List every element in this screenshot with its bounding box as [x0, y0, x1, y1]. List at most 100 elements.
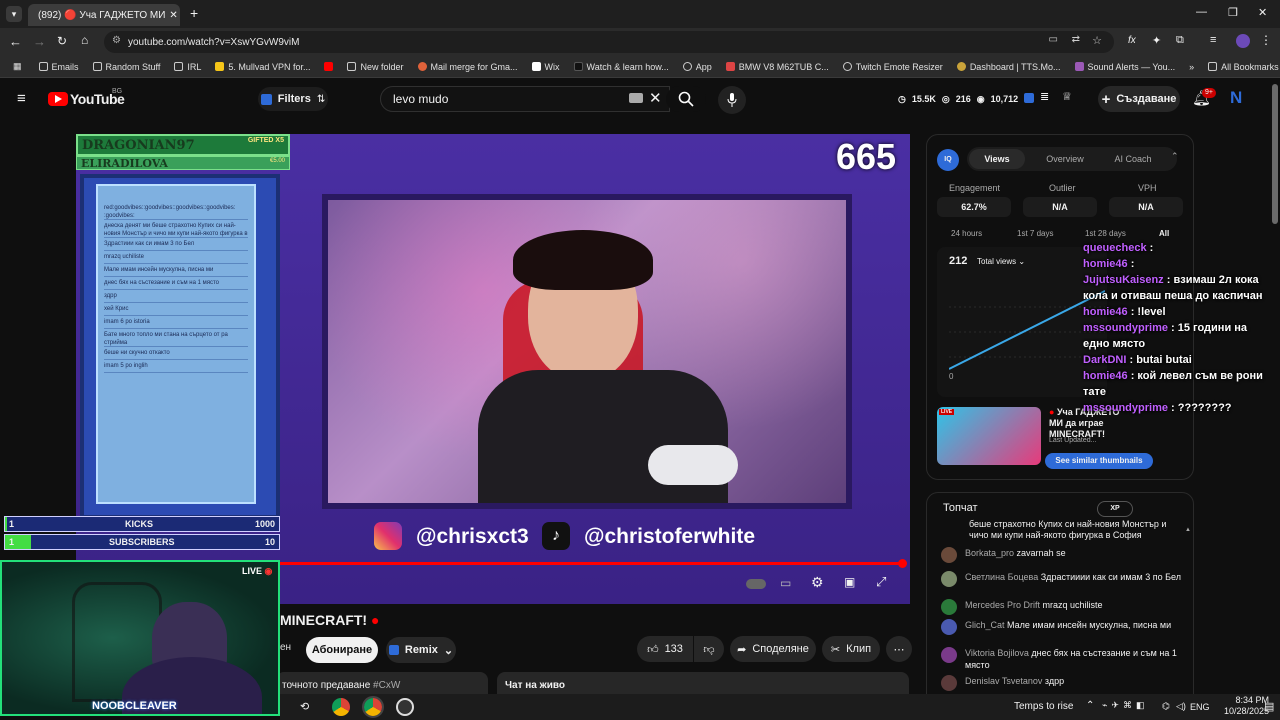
chat-author[interactable]: Denislav Tsvetanov [965, 676, 1042, 686]
youtube-logo-icon[interactable] [48, 92, 68, 106]
related-thumbnail[interactable]: LIVE [937, 407, 1041, 465]
like-button[interactable]: 👍︎ 133 [637, 636, 693, 662]
chat-avatar[interactable] [941, 647, 957, 663]
extensions-puzzle-icon[interactable]: ⧉ [1176, 34, 1184, 47]
chrome-icon[interactable] [332, 698, 350, 716]
bookmark-item[interactable] [317, 62, 340, 71]
apps-grid-icon[interactable]: ▦ [6, 61, 32, 72]
bookmark-item[interactable]: Dashboard | TTS.Mo... [950, 62, 1068, 72]
chat-avatar[interactable] [941, 619, 957, 635]
chat-author[interactable]: Mercedes Pro Drift [965, 600, 1040, 610]
active-tab[interactable]: (892) 🔴 Уча ГАДЖЕТО МИ ✕ [28, 4, 180, 26]
chat-author[interactable]: Borkata_pro [965, 548, 1014, 558]
clock[interactable]: 8:34 PM 10/28/2025 [1224, 695, 1269, 717]
extension-fx-icon[interactable]: fx [1128, 35, 1136, 46]
search-input[interactable]: levo mudo ✕ [380, 86, 670, 112]
chat-xp-button[interactable]: XP [1097, 501, 1133, 517]
bookmark-item[interactable]: Emails [32, 62, 86, 72]
share-button[interactable]: ➦ Споделяне [730, 636, 816, 662]
range-7d[interactable]: 1st 7 days [1017, 229, 1053, 238]
chat-avatar[interactable] [941, 571, 957, 587]
autoplay-toggle[interactable] [746, 579, 766, 589]
create-button[interactable]: + Създаване [1098, 86, 1180, 112]
live-chat-toggle[interactable]: Чат на живо [497, 672, 909, 696]
bookmark-item[interactable]: Random Stuff [86, 62, 168, 72]
vidiq-filters-button[interactable]: Filters ⇅ [258, 87, 328, 111]
remix-button[interactable]: Remix ⌄ [386, 637, 456, 663]
clear-search-icon[interactable]: ✕ [649, 89, 662, 107]
all-bookmarks[interactable]: All Bookmarks [1201, 62, 1280, 72]
chat-author[interactable]: Glich_Cat [965, 620, 1005, 630]
tab-views[interactable]: Views [969, 149, 1025, 169]
subtitles-icon[interactable]: ▭ [780, 576, 791, 590]
install-icon[interactable]: ▭ [1049, 34, 1058, 45]
translate-icon[interactable]: ⇄ [1072, 34, 1080, 45]
range-24h[interactable]: 24 hours [951, 229, 982, 238]
tray-icons[interactable]: ⌁✈⌘◧ [1102, 700, 1148, 711]
search-button[interactable] [666, 86, 706, 112]
bookmark-item[interactable]: 5. Mullvad VPN for... [208, 62, 317, 72]
restore-button[interactable]: ❐ [1228, 6, 1238, 19]
hamburger-menu-icon[interactable]: ≡ [17, 91, 31, 106]
page-scrollbar[interactable] [1272, 84, 1278, 224]
bookmark-item[interactable]: Twitch Emote Resizer [836, 62, 950, 72]
address-bar[interactable]: ⚙ youtube.com/watch?v=XswYGvW9viM ☆ ⇄ ▭ [104, 31, 1114, 53]
clip-button[interactable]: ✂ Клип [822, 636, 880, 662]
range-all[interactable]: All [1159, 229, 1169, 238]
back-icon[interactable]: ← [9, 34, 22, 49]
scroll-up-icon[interactable]: ▲ [1185, 527, 1191, 533]
profile-avatar[interactable] [1236, 34, 1250, 48]
bookmark-item[interactable]: Wix [525, 62, 567, 72]
range-28d[interactable]: 1st 28 days [1085, 229, 1126, 238]
tab-ai-coach[interactable]: AI Coach [1103, 149, 1163, 169]
reload-icon[interactable]: ↻ [57, 34, 67, 48]
task-app-icon[interactable]: ⟲ [300, 700, 309, 713]
tab-overview[interactable]: Overview [1035, 149, 1095, 169]
site-info-icon[interactable]: ⚙ [112, 35, 121, 46]
browser-menu-icon[interactable]: ⋮ [1260, 33, 1272, 47]
vidiq-icon[interactable] [1024, 93, 1034, 103]
obs-icon[interactable] [396, 698, 414, 716]
collapse-chevron-icon[interactable]: ⌃ [1171, 151, 1179, 162]
new-tab-button[interactable]: + [190, 5, 198, 21]
live-progress-bar[interactable] [280, 562, 906, 565]
chrome-active-icon[interactable] [362, 696, 384, 718]
menu-lines-icon[interactable]: ≣ [1040, 90, 1049, 103]
bookmark-item[interactable]: App [676, 62, 719, 72]
bookmarks-overflow-icon[interactable]: » [1182, 62, 1201, 72]
trophy-icon[interactable]: ♕ [1062, 90, 1072, 103]
fullscreen-icon[interactable]: ⤢ [876, 574, 886, 590]
account-avatar[interactable]: N [1230, 88, 1242, 108]
weather-text[interactable]: Temps to rise [1014, 701, 1073, 712]
join-button-fragment[interactable]: ен [280, 642, 291, 653]
chat-avatar[interactable] [941, 675, 957, 691]
bookmark-item[interactable]: Mail merge for Gma... [411, 62, 525, 72]
bookmark-item[interactable]: Sound Alerts — You... [1068, 62, 1183, 72]
bookmark-item[interactable]: BMW V8 M62TUB C... [719, 62, 836, 72]
forward-icon[interactable]: → [33, 34, 46, 49]
dislike-button[interactable]: 👎︎ [694, 636, 724, 662]
more-actions-button[interactable]: ⋯ [886, 636, 912, 662]
chat-author[interactable]: Viktoria Bojilova [965, 648, 1029, 658]
bookmark-item[interactable]: Watch & learn how... [567, 62, 676, 72]
minimize-button[interactable]: — [1196, 6, 1207, 18]
progress-scrubber[interactable] [898, 559, 907, 568]
live-chat-title[interactable]: Топчат [943, 502, 978, 514]
volume-icon[interactable]: ◁) [1176, 701, 1186, 712]
description-box[interactable]: точното предаване #CxW [276, 672, 488, 696]
tab-close-icon[interactable]: ✕ [169, 10, 177, 21]
bookmark-star-icon[interactable]: ☆ [1092, 34, 1102, 47]
chat-avatar[interactable] [941, 599, 957, 615]
keyboard-icon[interactable] [629, 93, 643, 103]
chat-author[interactable]: Светлина Бoцева [965, 572, 1038, 582]
bookmark-item[interactable]: IRL [167, 62, 208, 72]
description-hashtag[interactable]: #CxW [373, 680, 400, 691]
language-indicator[interactable]: ENG [1190, 702, 1210, 712]
subscribe-button[interactable]: Абониране [306, 637, 378, 663]
close-window-button[interactable]: ✕ [1258, 6, 1267, 19]
tray-chevron-icon[interactable]: ⌃ [1086, 700, 1094, 711]
see-similar-button[interactable]: See similar thumbnails [1045, 453, 1153, 469]
chat-avatar[interactable] [941, 547, 957, 563]
tab-search-button[interactable]: ▾ [6, 6, 22, 22]
home-icon[interactable]: ⌂ [81, 33, 88, 47]
